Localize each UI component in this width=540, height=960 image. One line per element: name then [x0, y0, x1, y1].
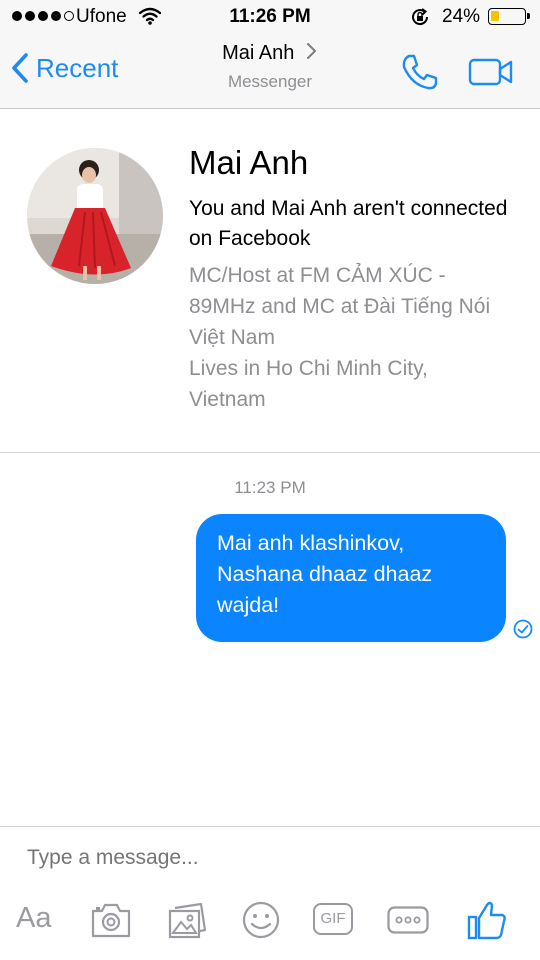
camera-icon[interactable]	[90, 900, 132, 945]
connection-note: You and Mai Anh aren't connected on Face…	[189, 197, 508, 250]
conversation-subtitle: Messenger	[227, 72, 313, 91]
section-divider	[0, 452, 540, 453]
message-timestamp: 11:23 PM	[234, 478, 306, 497]
navigation-bar: Recent Mai Anh Messenger	[0, 34, 540, 109]
avatar[interactable]	[27, 148, 163, 284]
photo-gallery-icon[interactable]	[167, 900, 207, 945]
message-input[interactable]	[27, 846, 507, 870]
message-text: Mai anh klashinkov, Nashana dhaaz dhaaz …	[217, 531, 433, 617]
like-thumbs-up-icon[interactable]	[467, 899, 507, 946]
status-bar: Ufone 11:26 PM 24%	[0, 0, 540, 34]
more-options-icon[interactable]	[387, 906, 429, 939]
video-camera-icon[interactable]	[468, 58, 514, 91]
conversation-title[interactable]: Mai Anh	[0, 42, 540, 65]
gif-button[interactable]: GIF	[313, 903, 353, 935]
battery-icon	[488, 8, 530, 25]
profile-name: Mai Anh	[189, 144, 309, 181]
rotation-lock-icon	[410, 7, 430, 32]
profile-details: MC/Host at FM CẢM XÚC - 89MHz and MC at …	[189, 260, 509, 415]
composer-divider	[0, 826, 540, 827]
profile-work: MC/Host at FM CẢM XÚC - 89MHz and MC at …	[189, 264, 491, 349]
battery-percent: 24%	[442, 6, 481, 27]
outgoing-message-bubble[interactable]: Mai anh klashinkov, Nashana dhaaz dhaaz …	[196, 514, 506, 642]
phone-icon[interactable]	[400, 53, 438, 96]
gif-label: GIF	[313, 903, 353, 935]
text-style-button[interactable]: Aa	[16, 902, 51, 935]
sticker-smiley-icon[interactable]	[241, 900, 281, 945]
profile-location: Lives in Ho Chi Minh City, Vietnam	[189, 357, 428, 411]
chevron-right-icon	[306, 43, 316, 59]
conversation-title-text: Mai Anh	[222, 42, 295, 64]
sent-check-icon	[513, 619, 533, 644]
